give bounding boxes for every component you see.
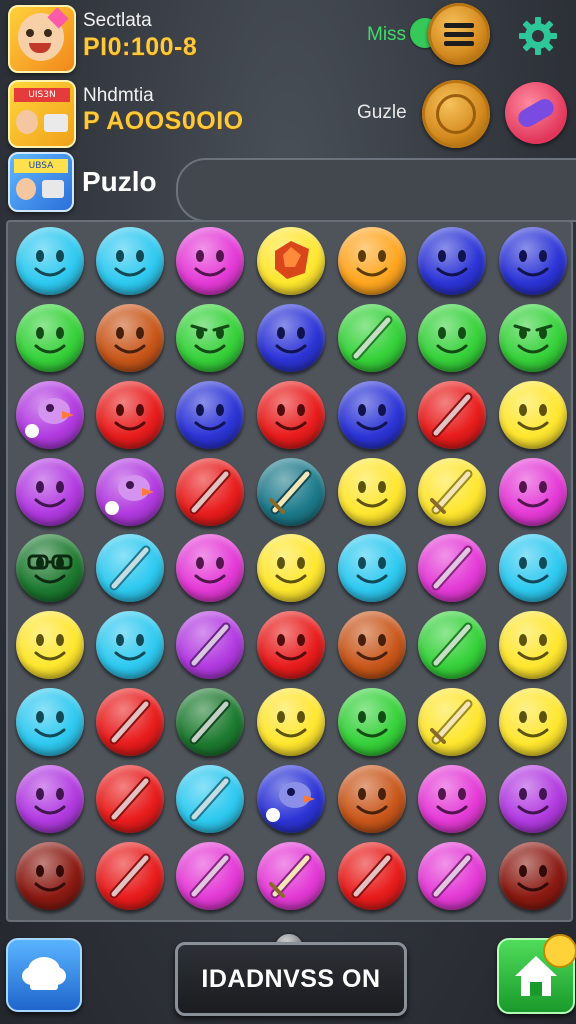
tile-red-stick[interactable] [96,688,164,756]
puzzle-avatar[interactable]: UBSA [8,152,74,212]
chat-button[interactable] [6,938,82,1012]
tile-green-smiley[interactable] [16,304,84,372]
tile-red-smiley[interactable] [257,611,325,679]
tile-red-smiley[interactable] [257,381,325,449]
tile-blue-smiley[interactable] [257,304,325,372]
menu-coin-icon[interactable] [428,3,490,65]
tile-yellow-smiley[interactable] [16,611,84,679]
tile-magenta-smiley[interactable] [418,765,486,833]
player-name-1: Sectlata [83,10,152,31]
tile-blue-bird[interactable] [257,765,325,833]
tile-magenta-smiley[interactable] [176,227,244,295]
tile-magenta-smiley[interactable] [499,458,567,526]
tile-cyan-smiley[interactable] [16,227,84,295]
player-score-2: P AOOS0OIO [83,107,244,135]
puzzle-title: Puzlo [82,166,157,197]
settings-gear-icon[interactable] [516,14,560,58]
guzle-label: Guzle [357,102,407,123]
main-action-button[interactable]: IDADNVSS ON [175,942,407,1016]
mini-tile-label-b: UIS3N [14,88,70,102]
tile-purple-smiley[interactable] [499,765,567,833]
cloud-icon [22,957,66,990]
tile-brown-smiley[interactable] [96,304,164,372]
home-button[interactable] [497,934,576,1014]
tile-purple-bird[interactable] [96,458,164,526]
tile-purple-smiley[interactable] [16,458,84,526]
tile-green-stick[interactable] [338,304,406,372]
tile-cyan-smiley[interactable] [338,534,406,602]
tile-green-smiley[interactable] [418,304,486,372]
tile-teal-sword[interactable] [257,458,325,526]
puzzle-progress-bar [176,158,576,222]
tile-red-smiley[interactable] [96,381,164,449]
tile-cyan-stick[interactable] [176,765,244,833]
candy-icon[interactable] [505,82,567,144]
tile-brown-smiley[interactable] [338,765,406,833]
coin-icon[interactable] [422,80,490,148]
tile-magenta-stick[interactable] [418,534,486,602]
main-action-label: IDADNVSS ON [201,964,381,993]
tile-cyan-stick[interactable] [96,534,164,602]
tile-yellow-sword[interactable] [418,688,486,756]
tile-yellow-smiley[interactable] [338,458,406,526]
tile-darkgreen-glasses[interactable] [16,534,84,602]
tile-red-stick[interactable] [96,842,164,910]
tile-yellow-sword[interactable] [418,458,486,526]
tile-magenta-stick[interactable] [418,842,486,910]
player-name-2: Nhdmtia [83,85,154,106]
tile-purple-bird[interactable] [16,381,84,449]
game-board [6,220,573,922]
miss-label: Miss [367,24,407,45]
tile-yellow-smiley[interactable] [499,381,567,449]
tile-yellow-smiley[interactable] [499,688,567,756]
tile-cyan-smiley[interactable] [96,611,164,679]
player-avatar-2[interactable]: UIS3N [8,80,76,148]
tile-blue-smiley[interactable] [499,227,567,295]
badge-icon [543,934,576,968]
tile-red-stick[interactable] [338,842,406,910]
tile-purple-stick[interactable] [176,611,244,679]
tile-cyan-smiley[interactable] [96,227,164,295]
tile-green-angry[interactable] [499,304,567,372]
tile-yellow-smiley[interactable] [257,534,325,602]
tile-brown-smiley[interactable] [338,611,406,679]
tile-magenta-smiley[interactable] [176,534,244,602]
tile-green-stick[interactable] [418,611,486,679]
tile-cyan-smiley[interactable] [499,534,567,602]
tile-yellow-fox[interactable] [257,227,325,295]
tile-red-stick[interactable] [96,765,164,833]
tile-cyan-smiley[interactable] [16,688,84,756]
tile-magenta-sword[interactable] [257,842,325,910]
tile-darkgreen-stick[interactable] [176,688,244,756]
tile-orange-smiley[interactable] [338,227,406,295]
tile-purple-smiley[interactable] [16,765,84,833]
tile-blue-smiley[interactable] [338,381,406,449]
tile-magenta-stick[interactable] [176,842,244,910]
tile-blue-smiley[interactable] [418,227,486,295]
tile-darkred-smiley[interactable] [499,842,567,910]
tile-red-stick[interactable] [418,381,486,449]
player-score-1: PI0:100-8 [83,33,198,61]
mini-tile-label-c: UBSA [14,159,68,173]
tile-yellow-smiley[interactable] [257,688,325,756]
tile-green-angry[interactable] [176,304,244,372]
tile-blue-smiley[interactable] [176,381,244,449]
tile-darkred-smiley[interactable] [16,842,84,910]
tile-green-smiley[interactable] [338,688,406,756]
player-avatar-1[interactable] [8,5,76,73]
tile-yellow-smiley[interactable] [499,611,567,679]
tile-red-stick[interactable] [176,458,244,526]
